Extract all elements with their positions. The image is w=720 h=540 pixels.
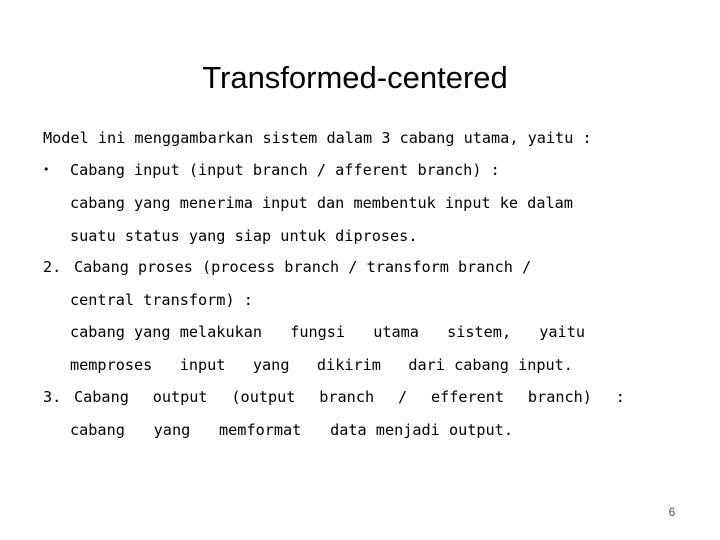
word: utama xyxy=(373,323,419,341)
word: yang xyxy=(153,421,191,439)
item-2-description-line-1: cabang yang melakukan fungsi utama siste… xyxy=(70,322,585,342)
slide-title: Transformed-centered xyxy=(202,60,508,95)
item-1-heading: Cabang input (input branch / afferent br… xyxy=(70,161,500,179)
item-3-marker: 3. xyxy=(43,388,62,406)
item-3-description: cabang yang memformat data menjadi outpu… xyxy=(70,420,513,440)
slide: Transformed-centered Model ini menggamba… xyxy=(0,0,720,540)
word: branch) xyxy=(527,388,592,406)
item-1-description-line-1: cabang yang menerima input dan membentuk… xyxy=(70,194,573,212)
word: dari cabang input. xyxy=(408,356,573,374)
word: cabang yang melakukan xyxy=(70,323,263,341)
item-3-heading: Cabang output (output branch / efferent … xyxy=(74,387,625,407)
item-2-marker: 2. xyxy=(43,258,62,276)
word: sistem, xyxy=(447,323,512,341)
word: data menjadi output. xyxy=(330,421,513,439)
word: yang xyxy=(252,356,290,374)
item-2-heading-line-2: central transform) : xyxy=(70,291,253,309)
item-2-heading-line-1: Cabang proses (process branch / transfor… xyxy=(74,258,532,276)
page-number: 6 xyxy=(668,505,676,519)
word: / xyxy=(397,388,408,406)
word: fungsi xyxy=(290,323,346,341)
word: : xyxy=(615,388,625,406)
word: memproses xyxy=(70,356,153,374)
word: dikirim xyxy=(316,356,381,374)
bullet-icon: • xyxy=(43,163,50,176)
word: output xyxy=(152,388,208,406)
word: cabang xyxy=(70,421,125,439)
intro-text: Model ini menggambarkan sistem dalam 3 c… xyxy=(43,129,592,147)
word: efferent xyxy=(430,388,505,406)
word: Cabang xyxy=(74,388,129,406)
item-2-description-line-2: memproses input yang dikirim dari cabang… xyxy=(70,355,573,375)
word: branch xyxy=(319,388,375,406)
word: yaitu xyxy=(539,323,585,341)
word: (output xyxy=(231,388,296,406)
item-1-description-line-2: suatu status yang siap untuk diproses. xyxy=(70,227,418,245)
word: memformat xyxy=(219,421,302,439)
word: input xyxy=(179,356,226,374)
